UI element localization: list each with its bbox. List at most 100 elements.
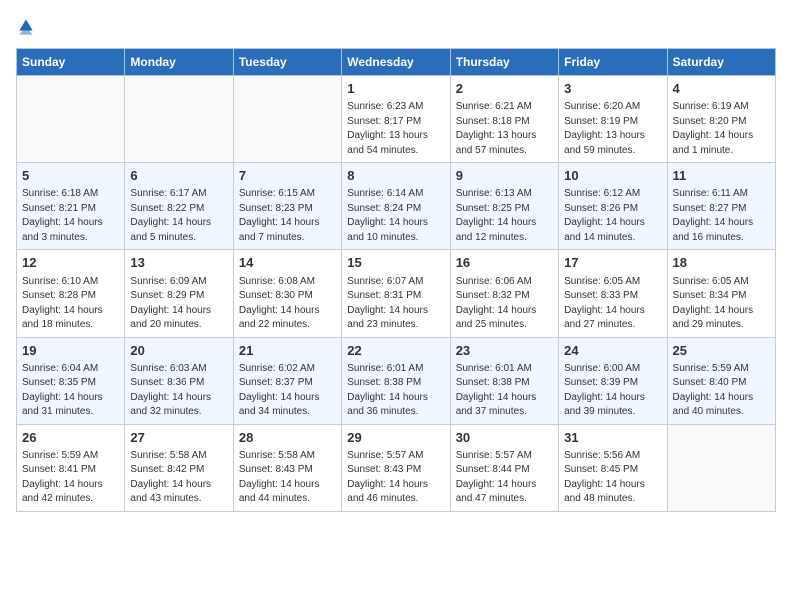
day-number: 24 xyxy=(564,342,661,360)
day-info: Sunrise: 6:02 AM Sunset: 8:37 PM Dayligh… xyxy=(239,362,336,420)
weekday-header-sunday: Sunday xyxy=(17,49,125,76)
day-info: Sunrise: 6:07 AM Sunset: 8:31 PM Dayligh… xyxy=(347,275,444,333)
day-number: 23 xyxy=(456,342,553,360)
day-info: Sunrise: 5:57 AM Sunset: 8:43 PM Dayligh… xyxy=(347,449,444,507)
logo-icon xyxy=(16,16,36,36)
day-info: Sunrise: 5:58 AM Sunset: 8:42 PM Dayligh… xyxy=(130,449,227,507)
calendar-day-23: 23 Sunrise: 6:01 AM Sunset: 8:38 PM Dayli… xyxy=(450,337,558,424)
day-info: Sunrise: 6:19 AM Sunset: 8:20 PM Dayligh… xyxy=(673,100,770,158)
calendar-day-7: 7 Sunrise: 6:15 AM Sunset: 8:23 PM Daylig… xyxy=(233,163,341,250)
day-number: 5 xyxy=(22,167,119,185)
calendar-day-21: 21 Sunrise: 6:02 AM Sunset: 8:37 PM Dayli… xyxy=(233,337,341,424)
calendar-week-row: 1Sunrise: 6:23 AM Sunset: 8:17 PM Daylig… xyxy=(17,76,776,163)
calendar-day-19: 19 Sunrise: 6:04 AM Sunset: 8:35 PM Dayli… xyxy=(17,337,125,424)
calendar-day-16: 16 Sunrise: 6:06 AM Sunset: 8:32 PM Dayli… xyxy=(450,250,558,337)
day-info: Sunrise: 6:03 AM Sunset: 8:36 PM Dayligh… xyxy=(130,362,227,420)
calendar-day-1: 1Sunrise: 6:23 AM Sunset: 8:17 PM Daylig… xyxy=(342,76,450,163)
calendar-day-22: 22 Sunrise: 6:01 AM Sunset: 8:38 PM Dayli… xyxy=(342,337,450,424)
day-info: Sunrise: 6:17 AM Sunset: 8:22 PM Dayligh… xyxy=(130,187,227,245)
day-number: 31 xyxy=(564,429,661,447)
day-number: 30 xyxy=(456,429,553,447)
calendar-day-empty xyxy=(233,76,341,163)
calendar-day-30: 30 Sunrise: 5:57 AM Sunset: 8:44 PM Dayli… xyxy=(450,424,558,511)
day-info: Sunrise: 5:56 AM Sunset: 8:45 PM Dayligh… xyxy=(564,449,661,507)
calendar-day-20: 20 Sunrise: 6:03 AM Sunset: 8:36 PM Dayli… xyxy=(125,337,233,424)
calendar-day-empty xyxy=(667,424,775,511)
day-info: Sunrise: 5:57 AM Sunset: 8:44 PM Dayligh… xyxy=(456,449,553,507)
weekday-header-thursday: Thursday xyxy=(450,49,558,76)
calendar-day-4: 4 Sunrise: 6:19 AM Sunset: 8:20 PM Daylig… xyxy=(667,76,775,163)
day-number: 1 xyxy=(347,80,444,98)
calendar-week-row: 5Sunrise: 6:18 AM Sunset: 8:21 PM Daylig… xyxy=(17,163,776,250)
day-number: 13 xyxy=(130,254,227,272)
day-number: 4 xyxy=(673,80,770,98)
day-number: 3 xyxy=(564,80,661,98)
calendar-day-9: 9 Sunrise: 6:13 AM Sunset: 8:25 PM Daylig… xyxy=(450,163,558,250)
day-number: 17 xyxy=(564,254,661,272)
calendar-week-row: 19 Sunrise: 6:04 AM Sunset: 8:35 PM Dayli… xyxy=(17,337,776,424)
day-info: Sunrise: 6:15 AM Sunset: 8:23 PM Dayligh… xyxy=(239,187,336,245)
weekday-header-monday: Monday xyxy=(125,49,233,76)
calendar-day-24: 24 Sunrise: 6:00 AM Sunset: 8:39 PM Dayli… xyxy=(559,337,667,424)
day-info: Sunrise: 6:00 AM Sunset: 8:39 PM Dayligh… xyxy=(564,362,661,420)
calendar-day-5: 5Sunrise: 6:18 AM Sunset: 8:21 PM Daylig… xyxy=(17,163,125,250)
day-number: 15 xyxy=(347,254,444,272)
day-info: Sunrise: 6:01 AM Sunset: 8:38 PM Dayligh… xyxy=(456,362,553,420)
day-info: Sunrise: 5:59 AM Sunset: 8:40 PM Dayligh… xyxy=(673,362,770,420)
calendar-table: SundayMondayTuesdayWednesdayThursdayFrid… xyxy=(16,48,776,512)
calendar-day-29: 29 Sunrise: 5:57 AM Sunset: 8:43 PM Dayli… xyxy=(342,424,450,511)
calendar-day-28: 28Sunrise: 5:58 AM Sunset: 8:43 PM Dayli… xyxy=(233,424,341,511)
day-number: 19 xyxy=(22,342,119,360)
calendar-day-25: 25Sunrise: 5:59 AM Sunset: 8:40 PM Dayli… xyxy=(667,337,775,424)
calendar-day-empty xyxy=(125,76,233,163)
calendar-day-18: 18 Sunrise: 6:05 AM Sunset: 8:34 PM Dayli… xyxy=(667,250,775,337)
day-number: 21 xyxy=(239,342,336,360)
day-info: Sunrise: 6:05 AM Sunset: 8:34 PM Dayligh… xyxy=(673,275,770,333)
calendar-day-27: 27 Sunrise: 5:58 AM Sunset: 8:42 PM Dayli… xyxy=(125,424,233,511)
calendar-day-17: 17 Sunrise: 6:05 AM Sunset: 8:33 PM Dayli… xyxy=(559,250,667,337)
calendar-day-2: 2 Sunrise: 6:21 AM Sunset: 8:18 PM Daylig… xyxy=(450,76,558,163)
calendar-day-14: 14Sunrise: 6:08 AM Sunset: 8:30 PM Dayli… xyxy=(233,250,341,337)
day-info: Sunrise: 6:06 AM Sunset: 8:32 PM Dayligh… xyxy=(456,275,553,333)
day-number: 9 xyxy=(456,167,553,185)
calendar-week-row: 12Sunrise: 6:10 AM Sunset: 8:28 PM Dayli… xyxy=(17,250,776,337)
calendar-day-11: 11Sunrise: 6:11 AM Sunset: 8:27 PM Dayli… xyxy=(667,163,775,250)
day-number: 12 xyxy=(22,254,119,272)
day-number: 27 xyxy=(130,429,227,447)
day-number: 8 xyxy=(347,167,444,185)
day-number: 28 xyxy=(239,429,336,447)
day-number: 14 xyxy=(239,254,336,272)
calendar-day-8: 8Sunrise: 6:14 AM Sunset: 8:24 PM Daylig… xyxy=(342,163,450,250)
day-info: Sunrise: 5:59 AM Sunset: 8:41 PM Dayligh… xyxy=(22,449,119,507)
calendar-day-26: 26 Sunrise: 5:59 AM Sunset: 8:41 PM Dayli… xyxy=(17,424,125,511)
day-info: Sunrise: 6:04 AM Sunset: 8:35 PM Dayligh… xyxy=(22,362,119,420)
calendar-day-3: 3Sunrise: 6:20 AM Sunset: 8:19 PM Daylig… xyxy=(559,76,667,163)
day-info: Sunrise: 6:01 AM Sunset: 8:38 PM Dayligh… xyxy=(347,362,444,420)
calendar-week-row: 26 Sunrise: 5:59 AM Sunset: 8:41 PM Dayli… xyxy=(17,424,776,511)
calendar-day-13: 13 Sunrise: 6:09 AM Sunset: 8:29 PM Dayli… xyxy=(125,250,233,337)
calendar-day-15: 15 Sunrise: 6:07 AM Sunset: 8:31 PM Dayli… xyxy=(342,250,450,337)
day-number: 16 xyxy=(456,254,553,272)
day-info: Sunrise: 6:05 AM Sunset: 8:33 PM Dayligh… xyxy=(564,275,661,333)
calendar-day-12: 12Sunrise: 6:10 AM Sunset: 8:28 PM Dayli… xyxy=(17,250,125,337)
day-info: Sunrise: 6:13 AM Sunset: 8:25 PM Dayligh… xyxy=(456,187,553,245)
day-number: 26 xyxy=(22,429,119,447)
logo xyxy=(16,16,44,36)
day-number: 18 xyxy=(673,254,770,272)
day-info: Sunrise: 6:11 AM Sunset: 8:27 PM Dayligh… xyxy=(673,187,770,245)
weekday-header-saturday: Saturday xyxy=(667,49,775,76)
day-info: Sunrise: 6:21 AM Sunset: 8:18 PM Dayligh… xyxy=(456,100,553,158)
day-number: 29 xyxy=(347,429,444,447)
calendar-day-10: 10Sunrise: 6:12 AM Sunset: 8:26 PM Dayli… xyxy=(559,163,667,250)
weekday-header-row: SundayMondayTuesdayWednesdayThursdayFrid… xyxy=(17,49,776,76)
day-info: Sunrise: 6:09 AM Sunset: 8:29 PM Dayligh… xyxy=(130,275,227,333)
calendar-day-empty xyxy=(17,76,125,163)
day-number: 6 xyxy=(130,167,227,185)
day-number: 2 xyxy=(456,80,553,98)
day-number: 20 xyxy=(130,342,227,360)
day-number: 22 xyxy=(347,342,444,360)
weekday-header-wednesday: Wednesday xyxy=(342,49,450,76)
weekday-header-tuesday: Tuesday xyxy=(233,49,341,76)
page-header xyxy=(16,16,776,36)
day-number: 7 xyxy=(239,167,336,185)
